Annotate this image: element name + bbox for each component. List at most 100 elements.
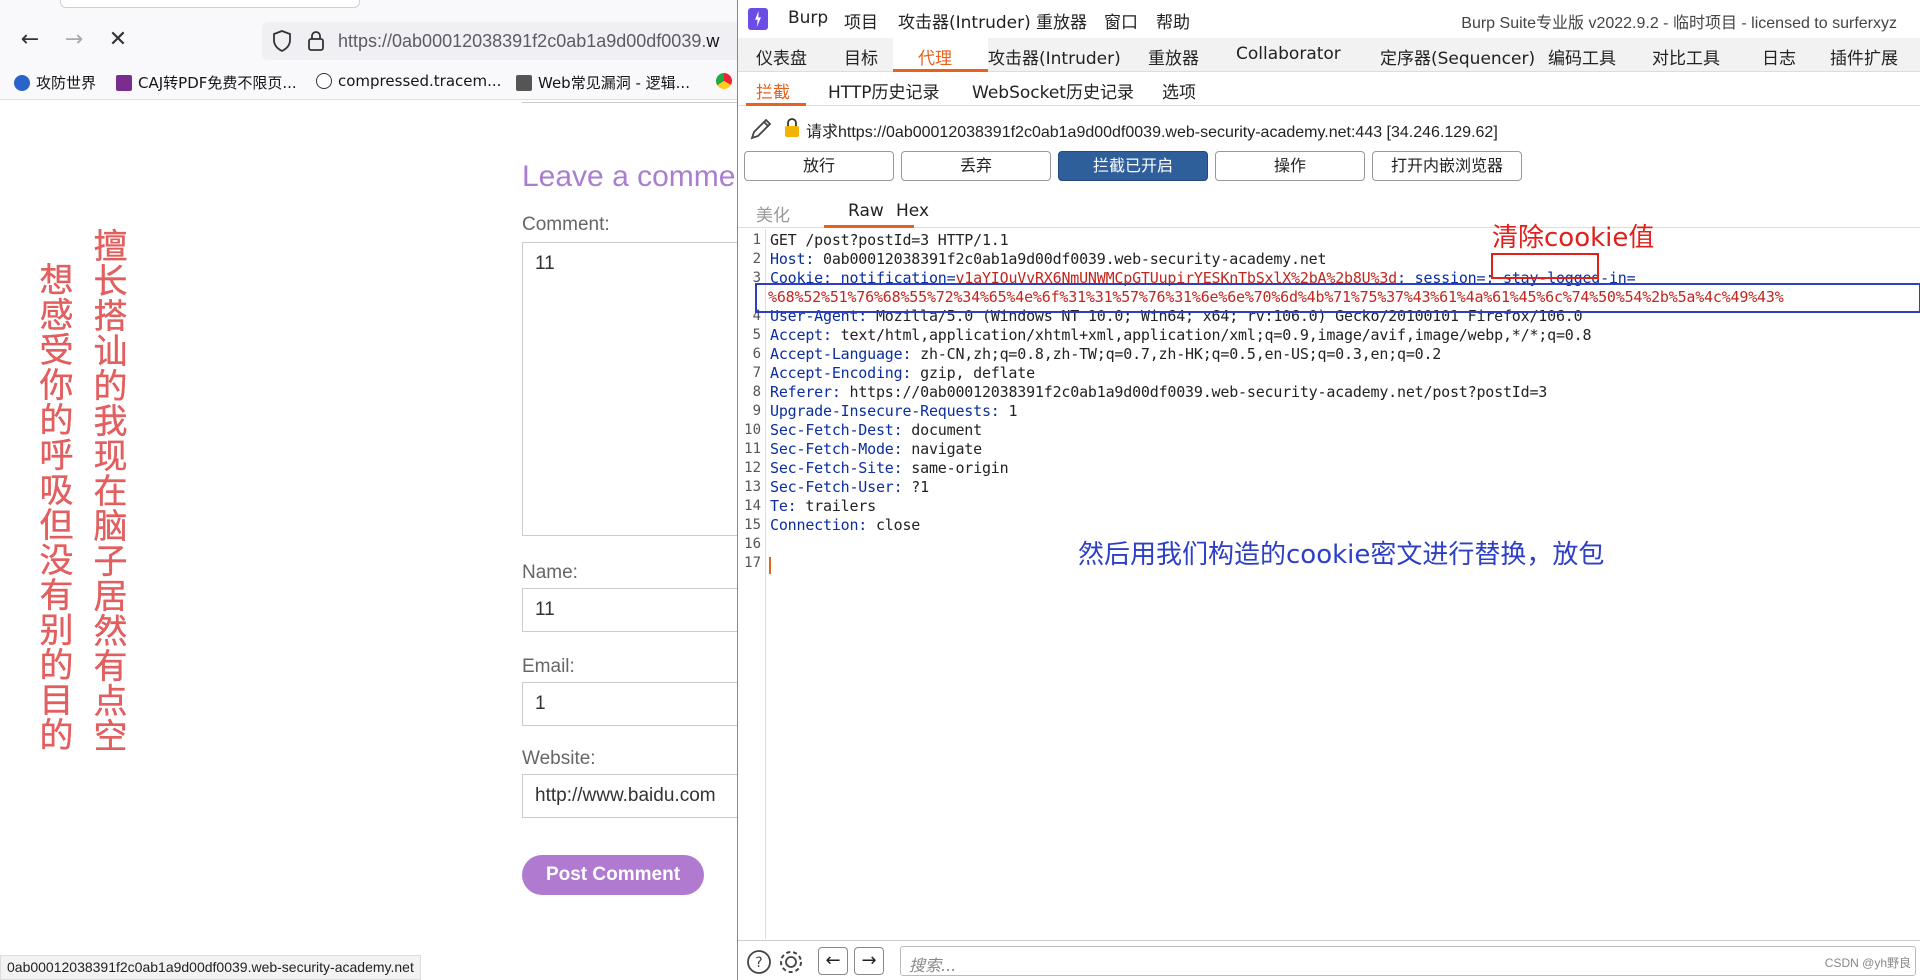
line-number: 14 (744, 498, 761, 514)
comment-heading: Leave a comme (522, 160, 736, 193)
line-number: 16 (744, 536, 761, 552)
overlay-vertical-text: 擅长搭讪的我现在脑子居然有点空 (87, 228, 127, 753)
line-number-gutter: 1 2 3 4 5 6 7 8 9 10 11 12 13 14 15 16 1… (738, 229, 766, 939)
bookmark-favicon-icon (516, 75, 532, 91)
bookmark-item[interactable]: Web常见漏洞 - 逻辑... (516, 72, 690, 93)
request-info-bar: 请求https://0ab00012038391f2c0ab1a9d00df00… (738, 110, 1920, 146)
window-title: Burp Suite专业版 v2022.9.2 - 临时项目 - license… (1461, 15, 1897, 32)
comment-textarea[interactable]: 11 (522, 242, 740, 536)
gear-icon[interactable] (778, 949, 804, 975)
title-bar: Burp 项目 攻击器(Intruder) 重放器 窗口 帮助 Burp Sui… (738, 0, 1920, 38)
back-icon[interactable]: ← (16, 26, 44, 54)
tab-websocket-history[interactable]: WebSocket历史记录 (972, 78, 1134, 103)
search-input[interactable]: 搜索... (900, 946, 1916, 976)
header-accept: Accept: text/html,application/xhtml+xml,… (770, 326, 1592, 344)
post-comment-button[interactable]: Post Comment (522, 855, 704, 895)
tab-comparer[interactable]: 对比工具 (1652, 44, 1720, 69)
line-number: 17 (744, 555, 761, 571)
tab-logger[interactable]: 日志 (1762, 44, 1796, 69)
main-tabs: 仪表盘 目标 代理 攻击器(Intruder) 重放器 Collaborator… (738, 38, 1920, 72)
globe-icon (316, 73, 332, 89)
header-accept-language: Accept-Language: zh-CN,zh;q=0.8,zh-TW;q=… (770, 345, 1442, 363)
line-number: 13 (744, 479, 761, 495)
lock-icon (308, 31, 324, 51)
line-number: 9 (752, 403, 761, 419)
tab-repeater[interactable]: 重放器 (1148, 44, 1199, 69)
tab-sequencer[interactable]: 定序器(Sequencer) (1380, 44, 1535, 69)
annotation-clear-cookie: 清除cookie值 (1492, 223, 1655, 253)
burp-logo-icon (748, 8, 768, 30)
menu-repeater[interactable]: 重放器 (1036, 8, 1087, 33)
intercept-button-row: 放行 丢弃 拦截已开启 操作 打开内嵌浏览器 (744, 151, 1920, 181)
address-bar[interactable]: https://0ab00012038391f2c0ab1a9d00df0039… (262, 22, 742, 60)
comment-label: Comment: (522, 214, 610, 235)
line-number: 15 (744, 517, 761, 533)
tab-decoder[interactable]: 编码工具 (1548, 44, 1616, 69)
annotation-cookie-box (755, 283, 1920, 313)
header-sec-fetch-site: Sec-Fetch-Site: same-origin (770, 459, 1009, 477)
message-view-tabs: 美化 Raw Hex (738, 196, 1920, 228)
burp-window: Burp 项目 攻击器(Intruder) 重放器 窗口 帮助 Burp Sui… (737, 0, 1920, 980)
tab-intruder[interactable]: 攻击器(Intruder) (988, 44, 1121, 69)
bookmark-item[interactable]: 攻防世界 (14, 72, 96, 93)
website-input[interactable]: http://www.baidu.com (522, 774, 740, 818)
tab-pretty[interactable]: 美化 (756, 201, 790, 226)
line-number: 8 (752, 384, 761, 400)
line-number: 7 (752, 365, 761, 381)
line-number: 12 (744, 460, 761, 476)
next-match-icon[interactable]: → (854, 947, 884, 975)
tab-collaborator[interactable]: Collaborator (1236, 44, 1341, 64)
chrome-favicon-icon[interactable] (716, 72, 738, 90)
prev-match-icon[interactable]: ← (818, 947, 848, 975)
website-label: Website: (522, 748, 596, 769)
menu-window[interactable]: 窗口 (1104, 8, 1138, 33)
line-number: 1 (752, 232, 761, 248)
help-icon[interactable]: ? (746, 949, 772, 975)
line-number: 6 (752, 346, 761, 362)
name-label: Name: (522, 562, 578, 583)
forward-button[interactable]: 放行 (744, 151, 894, 181)
bookmark-item[interactable]: CAJ转PDF免费不限页... (116, 72, 297, 93)
menu-intruder[interactable]: 攻击器(Intruder) (898, 8, 1031, 33)
bookmark-item[interactable]: compressed.tracem... (316, 72, 501, 90)
svg-text:?: ? (755, 955, 762, 971)
active-subtab-indicator (746, 103, 806, 106)
tab-extensions[interactable]: 插件扩展 (1830, 44, 1898, 69)
bookmarks-bar: 攻防世界 CAJ转PDF免费不限页... compressed.tracem..… (0, 70, 740, 98)
menu-help[interactable]: 帮助 (1156, 8, 1190, 33)
tab-intercept[interactable]: 拦截 (756, 78, 790, 103)
active-view-indicator (824, 225, 914, 228)
name-input[interactable]: 11 (522, 588, 740, 632)
tab-dashboard[interactable]: 仪表盘 (756, 44, 807, 69)
header-referer: Referer: https://0ab00012038391f2c0ab1a9… (770, 383, 1548, 401)
address-url: https://0ab00012038391f2c0ab1a9d00df0039… (338, 31, 720, 51)
intercept-toggle-button[interactable]: 拦截已开启 (1058, 151, 1208, 181)
annotation-replace-cookie: 然后用我们构造的cookie密文进行替换，放包 (1078, 540, 1605, 570)
header-sec-fetch-user: Sec-Fetch-User: ?1 (770, 478, 929, 496)
tab-proxy[interactable]: 代理 (918, 44, 952, 69)
email-input[interactable]: 1 (522, 682, 740, 726)
header-connection: Connection: close (770, 516, 921, 534)
pencil-icon[interactable] (748, 116, 774, 142)
drop-button[interactable]: 丢弃 (901, 151, 1051, 181)
proxy-subtabs: 拦截 HTTP历史记录 WebSocket历史记录 选项 (738, 72, 1920, 106)
shield-icon (273, 30, 291, 52)
request-target: 请求https://0ab00012038391f2c0ab1a9d00df00… (806, 124, 1498, 141)
request-editor[interactable]: 1 2 3 4 5 6 7 8 9 10 11 12 13 14 15 16 1… (738, 223, 1920, 939)
line-number: 10 (744, 422, 761, 438)
tab-hex[interactable]: Hex (896, 201, 929, 221)
header-sec-fetch-dest: Sec-Fetch-Dest: document (770, 421, 982, 439)
menu-burp[interactable]: Burp (788, 8, 828, 28)
open-browser-button[interactable]: 打开内嵌浏览器 (1372, 151, 1522, 181)
forward-icon[interactable]: → (60, 26, 88, 54)
stop-icon[interactable]: ✕ (104, 26, 132, 54)
tab-options[interactable]: 选项 (1162, 78, 1196, 103)
header-te: Te: trailers (770, 497, 876, 515)
action-button[interactable]: 操作 (1215, 151, 1365, 181)
tab-raw[interactable]: Raw (848, 201, 884, 221)
browser-tab[interactable] (60, 0, 360, 8)
menu-project[interactable]: 项目 (844, 8, 878, 33)
tab-http-history[interactable]: HTTP历史记录 (828, 78, 940, 103)
lock-icon (785, 118, 799, 137)
tab-target[interactable]: 目标 (844, 44, 878, 69)
